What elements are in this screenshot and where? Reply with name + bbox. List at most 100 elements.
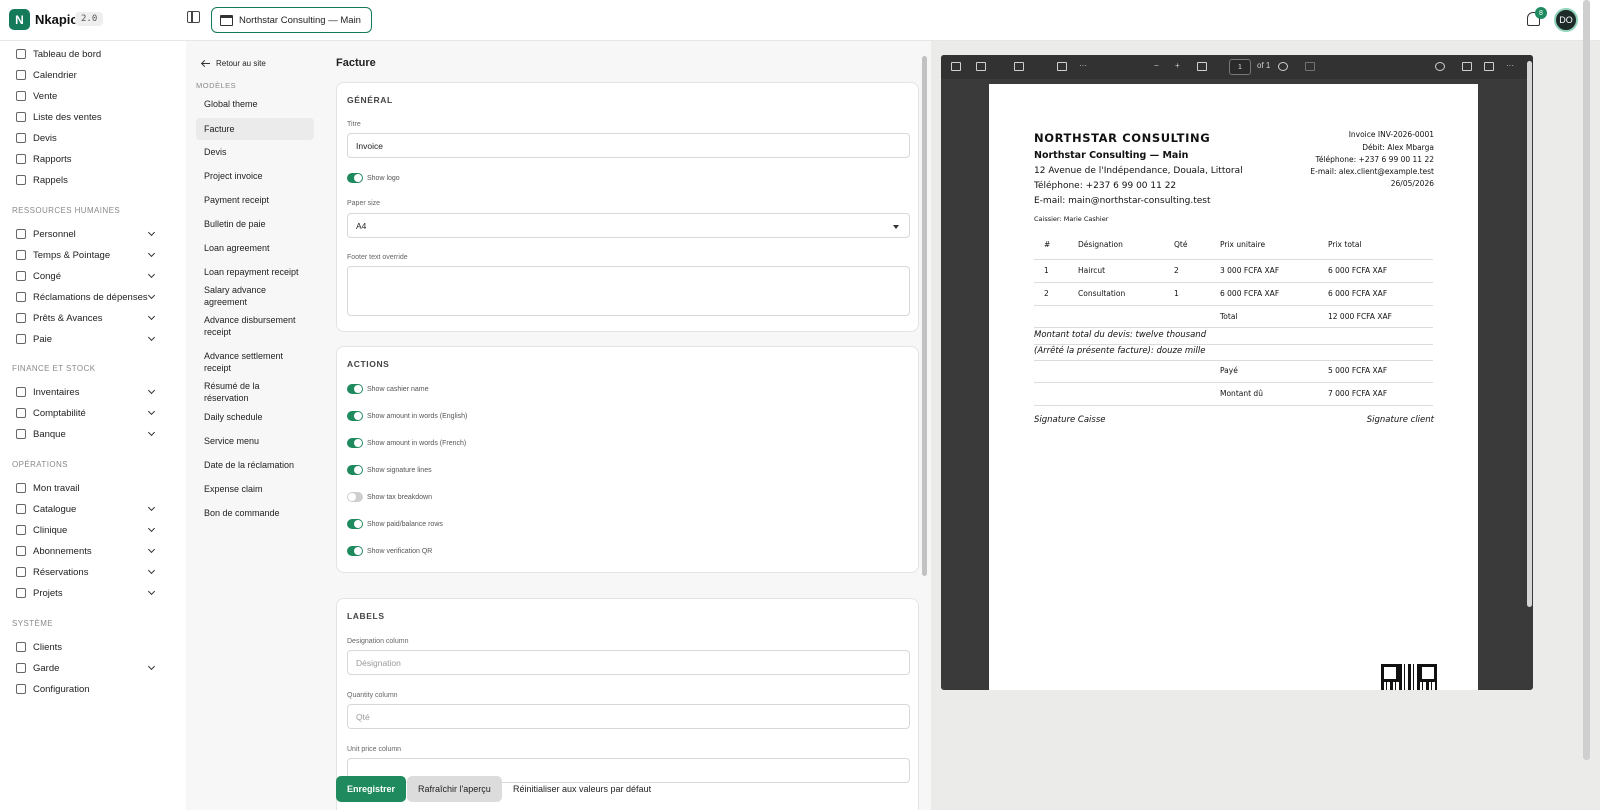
top-bar: N Nkapio 2.0 Northstar Consulting — Main… [0, 0, 1600, 41]
template-item[interactable]: Loan repayment receipt [196, 265, 314, 279]
toggle-row[interactable]: Show verification QR [347, 546, 432, 556]
search-icon[interactable] [1435, 62, 1445, 71]
section-finance: FINANCE ET STOCK [12, 364, 96, 373]
refresh-preview-button[interactable]: Rafraîchir l'aperçu [407, 776, 502, 802]
footer-text-textarea[interactable] [347, 266, 910, 316]
amount-words-fr-toggle[interactable] [347, 438, 363, 448]
form-scrollbar[interactable] [922, 56, 927, 576]
sidebar-item-leave[interactable]: Congé [16, 268, 156, 284]
template-item[interactable]: Bulletin de paie [196, 217, 314, 231]
sidebar-item-calendar[interactable]: Calendrier [16, 67, 154, 83]
sidebar-item-expense-claims[interactable]: Réclamations de dépenses [16, 289, 156, 305]
sidebar-item-label: Tableau de bord [33, 48, 102, 60]
sidebar-item-label: Mon travail [33, 482, 80, 494]
paper-size-select[interactable]: A4 [347, 213, 910, 238]
sidebar-item-time[interactable]: Temps & Pointage [16, 247, 156, 263]
verification-qr-toggle[interactable] [347, 546, 363, 556]
show-cashier-toggle[interactable] [347, 384, 363, 394]
sidebar-item-staff[interactable]: Personnel [16, 226, 156, 242]
invoice-phone: Téléphone: +237 6 99 00 11 22 [1034, 181, 1177, 191]
template-item[interactable]: Daily schedule [196, 410, 314, 424]
template-item[interactable]: Loan agreement [196, 241, 314, 255]
template-item[interactable]: Payment receipt [196, 193, 314, 207]
template-item[interactable]: Devis [196, 145, 314, 159]
sidebar-item-clients[interactable]: Clients [16, 639, 154, 655]
sidebar-item-inventory[interactable]: Inventaires [16, 384, 156, 400]
more-options-icon[interactable]: ··· [1079, 61, 1087, 70]
toggle-row[interactable]: Show signature lines [347, 465, 432, 475]
sidebar-item-sale[interactable]: Vente [16, 88, 154, 104]
sidebar-item-bank[interactable]: Banque [16, 426, 156, 442]
menu-icon[interactable]: ··· [1506, 61, 1514, 70]
reset-defaults-button[interactable]: Réinitialiser aux valeurs par défaut [505, 776, 659, 802]
template-item[interactable]: Advance disbursement receipt [196, 313, 314, 339]
designation-column-label: Designation column [347, 638, 409, 645]
template-item[interactable]: Service menu [196, 434, 314, 448]
template-item[interactable]: Date de la réclamation [196, 458, 314, 472]
sidebar-item-accounting[interactable]: Comptabilité [16, 405, 156, 421]
sidebar-item-catalog[interactable]: Catalogue [16, 501, 156, 517]
template-item[interactable]: Project invoice [196, 169, 314, 183]
back-to-site-link[interactable]: Retour au site [202, 59, 266, 68]
toggle-label: Show tax breakdown [367, 493, 432, 501]
sidebar-item-label: Rapports [33, 153, 72, 165]
amount-words-en-toggle[interactable] [347, 411, 363, 421]
sidebar-item-quotes[interactable]: Devis [16, 130, 154, 146]
sidebar-item-configuration[interactable]: Configuration [16, 681, 154, 697]
template-item[interactable]: Salary advance agreement [196, 285, 314, 307]
sidebar-toggle-icon[interactable] [187, 11, 200, 23]
sidebar-item-reservations[interactable]: Réservations [16, 564, 156, 580]
zoom-in-icon[interactable]: + [1175, 61, 1180, 70]
sidebar-item-sales-list[interactable]: Liste des ventes [16, 109, 154, 125]
toggle-row[interactable]: Show paid/balance rows [347, 519, 443, 529]
toggle-row[interactable]: Show tax breakdown [347, 492, 432, 502]
toggle-row[interactable]: Show amount in words (English) [347, 411, 467, 421]
rotate-icon[interactable] [1278, 62, 1288, 71]
draw-icon[interactable] [1014, 62, 1024, 71]
template-item[interactable]: Expense claim [196, 482, 314, 496]
show-logo-toggle[interactable] [347, 173, 363, 183]
app-logo[interactable]: N [9, 9, 30, 30]
page-scrollbar[interactable] [1583, 0, 1590, 760]
template-item-active[interactable]: Facture [196, 118, 314, 140]
sidebar-item-loans[interactable]: Prêts & Avances [16, 310, 156, 326]
template-item[interactable]: Bon de commande [196, 506, 314, 520]
store-selector-button[interactable]: Northstar Consulting — Main [211, 7, 372, 33]
toggle-row[interactable]: Show cashier name [347, 384, 428, 394]
sidebar-item-payroll[interactable]: Paie [16, 331, 156, 347]
sidebar-item-reminders[interactable]: Rappels [16, 172, 154, 188]
toggle-row[interactable]: Show amount in words (French) [347, 438, 466, 448]
outline-icon[interactable] [951, 62, 961, 71]
signature-lines-toggle[interactable] [347, 465, 363, 475]
save-button[interactable]: Enregistrer [336, 776, 407, 802]
highlight-icon[interactable] [976, 62, 986, 71]
sidebar-item-projects[interactable]: Projets [16, 585, 156, 601]
sidebar-item-label: Rappels [33, 174, 68, 186]
table-header: Prix total [1328, 240, 1362, 249]
sidebar-item-dashboard[interactable]: Tableau de bord [16, 46, 154, 62]
template-item[interactable]: Advance settlement receipt [196, 349, 314, 375]
sidebar-item-subscriptions[interactable]: Abonnements [16, 543, 156, 559]
wrench-icon [16, 483, 26, 493]
fit-page-icon[interactable] [1197, 62, 1207, 71]
avatar[interactable]: DO [1554, 8, 1578, 32]
page-number-input[interactable]: 1 [1229, 59, 1251, 75]
show-logo-toggle-row[interactable]: Show logo [347, 173, 400, 183]
paper-size-value: A4 [356, 220, 367, 231]
print-icon[interactable] [1462, 62, 1472, 71]
template-item[interactable]: Global theme [196, 97, 314, 111]
paid-balance-toggle[interactable] [347, 519, 363, 529]
designation-column-input[interactable]: Désignation [347, 650, 910, 675]
tax-breakdown-toggle[interactable] [347, 492, 363, 502]
zoom-out-icon[interactable]: − [1154, 61, 1159, 70]
text-box-icon[interactable] [1057, 62, 1067, 71]
sidebar-item-guard[interactable]: Garde [16, 660, 156, 676]
title-input[interactable]: Invoice [347, 133, 910, 158]
pdf-scrollbar[interactable] [1527, 61, 1532, 607]
sidebar-item-my-work[interactable]: Mon travail [16, 480, 154, 496]
quantity-column-input[interactable]: Qté [347, 704, 910, 729]
template-item[interactable]: Résumé de la réservation [196, 381, 314, 403]
save-icon[interactable] [1484, 62, 1494, 71]
sidebar-item-clinic[interactable]: Clinique [16, 522, 156, 538]
sidebar-item-reports[interactable]: Rapports [16, 151, 154, 167]
